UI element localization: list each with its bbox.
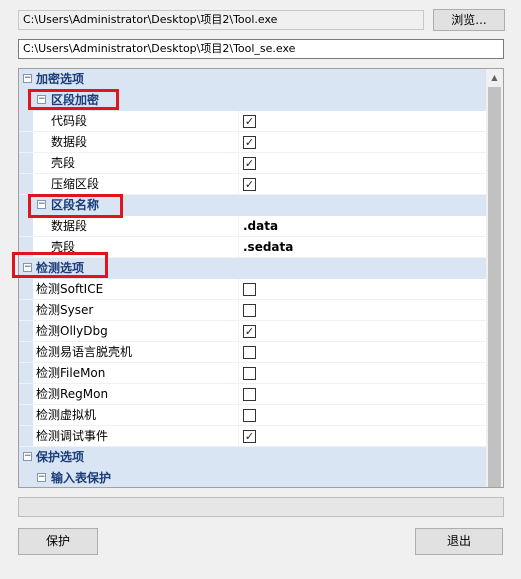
property-row[interactable]: 检测FileMon bbox=[19, 363, 486, 384]
collapse-icon[interactable]: − bbox=[37, 95, 46, 104]
column-divider bbox=[238, 342, 239, 362]
scrollbar-thumb[interactable] bbox=[488, 87, 501, 487]
column-divider bbox=[238, 153, 239, 173]
property-row[interactable]: 壳段 ✓ bbox=[19, 153, 486, 174]
column-divider bbox=[238, 363, 239, 383]
row-gutter bbox=[19, 405, 33, 425]
property-value[interactable]: .data bbox=[243, 216, 278, 236]
property-row[interactable]: 代码段 ✓ bbox=[19, 111, 486, 132]
property-name: 检测SoftICE bbox=[36, 282, 104, 296]
column-divider bbox=[238, 132, 239, 152]
row-gutter bbox=[19, 174, 33, 194]
property-name: 检测调试事件 bbox=[36, 429, 109, 443]
property-row[interactable]: 数据段 ✓ bbox=[19, 132, 486, 153]
column-divider bbox=[238, 300, 239, 320]
checkbox[interactable] bbox=[243, 304, 256, 317]
row-gutter bbox=[19, 426, 33, 446]
property-value[interactable]: .sedata bbox=[243, 237, 293, 257]
column-divider bbox=[238, 174, 239, 194]
quit-button[interactable]: 退出 bbox=[415, 528, 503, 555]
browse-button[interactable]: 浏览... bbox=[433, 9, 505, 31]
column-divider bbox=[238, 384, 239, 404]
property-name: 检测OllyDbg bbox=[36, 324, 108, 338]
property-name: 数据段 bbox=[51, 219, 88, 233]
property-row[interactable]: 检测虚拟机 bbox=[19, 405, 486, 426]
column-divider bbox=[238, 279, 239, 299]
property-name: 检测Syser bbox=[36, 303, 94, 317]
collapse-icon[interactable]: − bbox=[23, 74, 32, 83]
column-divider bbox=[238, 321, 239, 341]
input-file-path-field[interactable]: C:\Users\Administrator\Desktop\项目2\Tool.… bbox=[18, 10, 424, 30]
output-file-path-field[interactable]: C:\Users\Administrator\Desktop\项目2\Tool_… bbox=[18, 39, 504, 59]
checkbox[interactable] bbox=[243, 346, 256, 359]
checkbox[interactable] bbox=[243, 367, 256, 380]
category-protect-options[interactable]: − 保护选项 bbox=[19, 447, 486, 468]
property-name: 壳段 bbox=[51, 240, 76, 254]
collapse-icon[interactable]: − bbox=[23, 452, 32, 461]
checkbox[interactable]: ✓ bbox=[243, 325, 256, 338]
property-name: 壳段 bbox=[51, 156, 76, 170]
property-grid-rows: − 加密选项 − 区段加密 代码段 ✓ 数据段 ✓ 壳段 ✓ 压缩区段 ✓ − … bbox=[19, 69, 486, 487]
collapse-icon[interactable]: − bbox=[23, 263, 32, 272]
row-gutter bbox=[19, 321, 33, 341]
property-row[interactable]: 检测RegMon bbox=[19, 384, 486, 405]
protect-button[interactable]: 保护 bbox=[18, 528, 98, 555]
category-label: 区段加密 bbox=[51, 93, 100, 107]
vertical-scrollbar[interactable]: ▲ bbox=[486, 69, 503, 487]
property-grid[interactable]: − 加密选项 − 区段加密 代码段 ✓ 数据段 ✓ 壳段 ✓ 压缩区段 ✓ − … bbox=[18, 68, 504, 488]
column-divider bbox=[238, 405, 239, 425]
checkbox[interactable]: ✓ bbox=[243, 136, 256, 149]
category-label: 输入表保护 bbox=[51, 471, 112, 485]
property-row[interactable]: 检测调试事件 ✓ bbox=[19, 426, 486, 447]
collapse-icon[interactable]: − bbox=[37, 473, 46, 482]
property-name: 检测RegMon bbox=[36, 387, 109, 401]
row-gutter bbox=[19, 237, 33, 257]
row-gutter bbox=[19, 342, 33, 362]
property-row[interactable]: 检测Syser bbox=[19, 300, 486, 321]
row-gutter bbox=[19, 132, 33, 152]
property-row[interactable]: 壳段 .sedata bbox=[19, 237, 486, 258]
checkbox[interactable] bbox=[243, 388, 256, 401]
property-name: 压缩区段 bbox=[51, 177, 100, 191]
checkbox[interactable]: ✓ bbox=[243, 157, 256, 170]
scroll-up-icon[interactable]: ▲ bbox=[486, 69, 503, 86]
property-row[interactable]: 检测OllyDbg ✓ bbox=[19, 321, 486, 342]
row-gutter bbox=[19, 300, 33, 320]
property-name: 数据段 bbox=[51, 135, 88, 149]
progress-bar bbox=[18, 497, 504, 517]
category-encrypt-options[interactable]: − 加密选项 bbox=[19, 69, 486, 90]
column-divider bbox=[238, 111, 239, 131]
category-import-table-protect[interactable]: − 输入表保护 bbox=[19, 468, 486, 487]
property-row[interactable]: 压缩区段 ✓ bbox=[19, 174, 486, 195]
category-label: 区段名称 bbox=[51, 198, 100, 212]
row-gutter bbox=[19, 363, 33, 383]
property-name: 检测虚拟机 bbox=[36, 408, 97, 422]
property-name: 检测FileMon bbox=[36, 366, 106, 380]
checkbox[interactable] bbox=[243, 283, 256, 296]
checkbox[interactable]: ✓ bbox=[243, 430, 256, 443]
column-divider bbox=[238, 237, 239, 257]
property-row[interactable]: 检测易语言脱壳机 bbox=[19, 342, 486, 363]
category-section-names[interactable]: − 区段名称 bbox=[19, 195, 486, 216]
category-label: 加密选项 bbox=[36, 72, 85, 86]
row-gutter bbox=[19, 216, 33, 236]
category-label: 保护选项 bbox=[36, 450, 85, 464]
checkbox[interactable]: ✓ bbox=[243, 178, 256, 191]
property-row[interactable]: 数据段 .data bbox=[19, 216, 486, 237]
property-row[interactable]: 检测SoftICE bbox=[19, 279, 486, 300]
category-detect-options[interactable]: − 检测选项 bbox=[19, 258, 486, 279]
property-name: 代码段 bbox=[51, 114, 88, 128]
checkbox[interactable]: ✓ bbox=[243, 115, 256, 128]
row-gutter bbox=[19, 111, 33, 131]
row-gutter bbox=[19, 279, 33, 299]
category-section-encrypt[interactable]: − 区段加密 bbox=[19, 90, 486, 111]
row-gutter bbox=[19, 153, 33, 173]
row-gutter bbox=[19, 384, 33, 404]
collapse-icon[interactable]: − bbox=[37, 200, 46, 209]
column-divider bbox=[238, 426, 239, 446]
category-label: 检测选项 bbox=[36, 261, 85, 275]
column-divider bbox=[238, 216, 239, 236]
checkbox[interactable] bbox=[243, 409, 256, 422]
property-name: 检测易语言脱壳机 bbox=[36, 345, 133, 359]
